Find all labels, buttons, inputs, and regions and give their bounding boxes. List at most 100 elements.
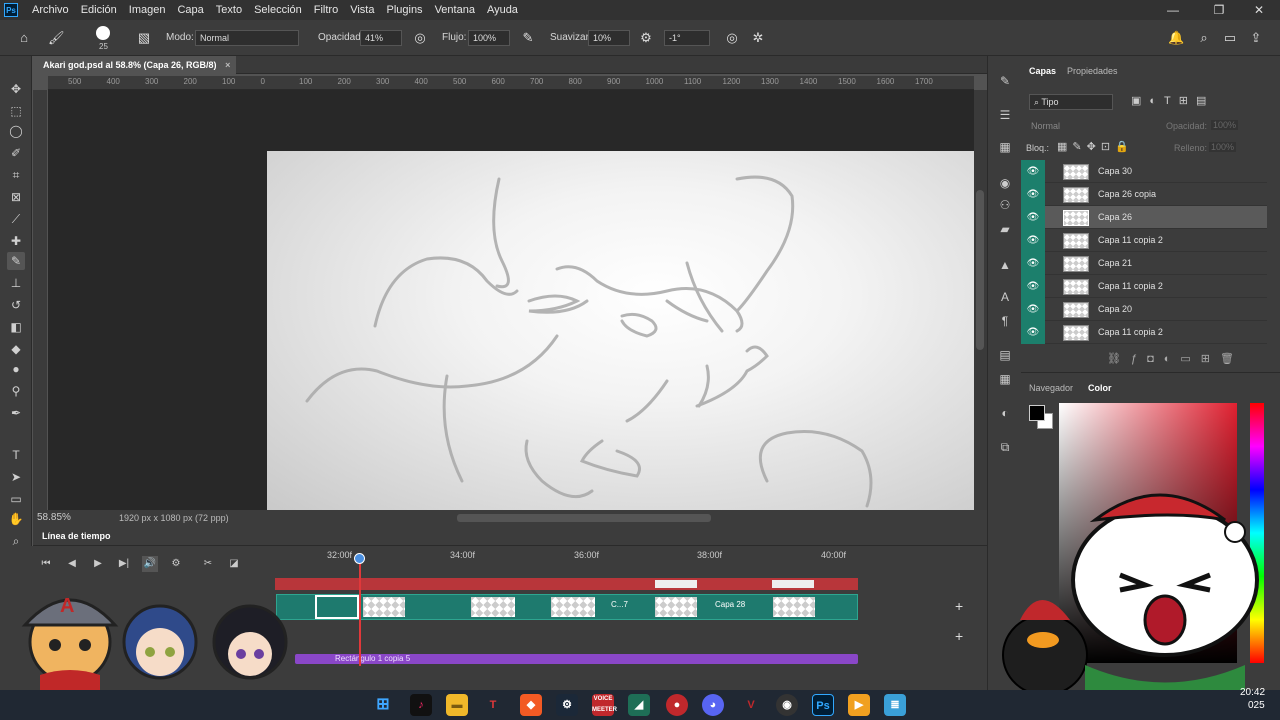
eyedropper-tool-icon[interactable]: ⟋: [7, 210, 25, 228]
tiktok-icon[interactable]: ♪: [410, 694, 432, 716]
angle-input[interactable]: -1°: [664, 30, 710, 46]
visibility-eye-icon[interactable]: 👁: [1021, 183, 1045, 206]
paint-bucket-icon[interactable]: ◆: [7, 340, 25, 358]
timeline-settings-icon[interactable]: ⚙: [168, 556, 184, 572]
layer-filter-select[interactable]: ⌕ Tipo: [1029, 94, 1113, 110]
hand-tool-icon[interactable]: ✋: [7, 510, 25, 528]
canvas-vertical-scrollbar[interactable]: [974, 90, 987, 510]
visibility-eye-icon[interactable]: 👁: [1021, 206, 1045, 229]
tab-properties[interactable]: Propiedades: [1067, 66, 1118, 76]
play-icon[interactable]: ▶: [90, 556, 106, 572]
layer-row[interactable]: 👁 Capa 30: [1021, 160, 1267, 183]
crop-tool-icon[interactable]: ⌗: [7, 166, 25, 184]
histogram-icon[interactable]: ▲: [996, 256, 1014, 274]
playhead-handle[interactable]: [354, 553, 365, 564]
gradient-icon[interactable]: ▤: [996, 346, 1014, 364]
move-tool-icon[interactable]: ✥: [7, 80, 25, 98]
marquee-tool-icon[interactable]: ⬚: [7, 102, 25, 120]
tab-color[interactable]: Color: [1088, 383, 1112, 393]
valorant-icon[interactable]: V: [740, 694, 762, 716]
menu-filtro[interactable]: Filtro: [308, 0, 344, 20]
visibility-eye-icon[interactable]: 👁: [1021, 298, 1045, 321]
playhead-line[interactable]: [359, 556, 361, 666]
split-scissors-icon[interactable]: ✂: [200, 556, 216, 572]
path-select-icon[interactable]: ➤: [7, 468, 25, 486]
flow-input[interactable]: 100%: [468, 30, 510, 46]
menu-ventana[interactable]: Ventana: [429, 0, 481, 20]
menu-ayuda[interactable]: Ayuda: [481, 0, 524, 20]
layer-row[interactable]: 👁 Capa 26 copia: [1021, 183, 1267, 206]
opacity-input[interactable]: 41%: [360, 30, 402, 46]
steam-icon[interactable]: ⚙: [556, 694, 578, 716]
horizontal-scroll-thumb[interactable]: [457, 514, 711, 522]
quick-select-tool-icon[interactable]: ✐: [7, 144, 25, 162]
menu-seleccion[interactable]: Selección: [248, 0, 308, 20]
tab-navigator[interactable]: Navegador: [1029, 383, 1073, 393]
smooth-input[interactable]: 10%: [588, 30, 630, 46]
brush-tool-icon[interactable]: 🖌: [48, 30, 65, 46]
video-clips-track[interactable]: C...7 Capa 28: [276, 594, 858, 620]
menu-edicion[interactable]: Edición: [75, 0, 123, 20]
next-frame-icon[interactable]: ▶|: [116, 556, 132, 572]
frame-tool-icon[interactable]: ⊠: [7, 188, 25, 206]
comments-icon[interactable]: ▰: [996, 220, 1014, 238]
menu-vista[interactable]: Vista: [344, 0, 380, 20]
layer-row[interactable]: 👁 Capa 11 copia 2: [1021, 275, 1267, 298]
styles-icon[interactable]: ◐: [996, 404, 1014, 422]
blend-mode[interactable]: Normal: [1031, 121, 1060, 131]
search-icon[interactable]: ⌕: [1196, 30, 1212, 46]
visibility-eye-icon[interactable]: 👁: [1021, 275, 1045, 298]
share-icon[interactable]: ⇪: [1248, 30, 1264, 46]
vertical-scroll-thumb[interactable]: [976, 190, 984, 350]
fill-value[interactable]: 100%: [1209, 142, 1237, 152]
transition-icon[interactable]: ◪: [226, 556, 242, 572]
recorder-icon[interactable]: ●: [666, 694, 688, 716]
audio-icon[interactable]: 🔊: [142, 556, 158, 572]
history-brush-icon[interactable]: ↺: [7, 296, 25, 314]
blur-tool-icon[interactable]: ●: [7, 360, 25, 378]
brave-browser-icon[interactable]: ◆: [520, 694, 542, 716]
document-tab[interactable]: Akari god.psd al 58.8% (Capa 26, RGB/8) …: [33, 56, 236, 74]
brush-tool-active-icon[interactable]: ✎: [7, 252, 25, 270]
visibility-eye-icon[interactable]: 👁: [1021, 160, 1045, 183]
paths-icon[interactable]: ⚇: [996, 196, 1014, 214]
pressure-opacity-icon[interactable]: ◎: [412, 30, 428, 46]
artboard[interactable]: [267, 151, 974, 510]
track-red[interactable]: [275, 578, 858, 590]
photoshop-taskbar-icon[interactable]: Ps: [812, 694, 834, 716]
timeline-ruler[interactable]: 32:00f 34:00f 36:00f 38:00f 40:00f: [275, 546, 950, 564]
pressure-size-icon[interactable]: ◎: [724, 30, 740, 46]
swatches-icon[interactable]: ▦: [996, 138, 1014, 156]
taskbar-date[interactable]: 025: [1248, 700, 1265, 711]
minimize-button[interactable]: —: [1150, 0, 1196, 20]
layer-row-selected[interactable]: 👁 Capa 26: [1021, 206, 1267, 229]
file-explorer-icon[interactable]: ▬: [446, 694, 468, 716]
first-frame-icon[interactable]: ⏮: [38, 556, 54, 572]
lock-icons[interactable]: ▦✎✥⊡🔒: [1057, 140, 1134, 153]
workspace-icon[interactable]: ▭: [1222, 30, 1238, 46]
add-audio-button[interactable]: +: [955, 628, 963, 644]
visibility-eye-icon[interactable]: 👁: [1021, 321, 1045, 344]
healing-brush-icon[interactable]: ✚: [7, 232, 25, 250]
zoom-level[interactable]: 58.85%: [37, 512, 71, 523]
canvas-area[interactable]: [48, 90, 974, 510]
paragraph-icon[interactable]: ¶: [996, 312, 1014, 330]
obs-icon[interactable]: ◉: [776, 694, 798, 716]
add-media-button[interactable]: +: [955, 598, 963, 614]
voicemeeter-icon[interactable]: VOICE MEETER: [592, 694, 617, 716]
selected-clip[interactable]: [315, 595, 359, 619]
brush-preset-icon[interactable]: [96, 26, 110, 40]
dodge-tool-icon[interactable]: ⚲: [7, 382, 25, 400]
typora-icon[interactable]: T: [482, 694, 504, 716]
menu-plugins[interactable]: Plugins: [380, 0, 428, 20]
layer-row[interactable]: 👁 Capa 11 copia 2: [1021, 321, 1267, 344]
layer-row[interactable]: 👁 Capa 21: [1021, 252, 1267, 275]
lasso-tool-icon[interactable]: ◯: [7, 122, 25, 140]
windows-start-icon[interactable]: ⊞: [372, 694, 394, 716]
adjustments-icon[interactable]: ☰: [996, 106, 1014, 124]
close-window-button[interactable]: ✕: [1236, 0, 1280, 20]
notepad-icon[interactable]: ≣: [884, 694, 906, 716]
type-tool-icon[interactable]: T: [7, 446, 25, 464]
pen-tool-icon[interactable]: ✒: [7, 404, 25, 422]
foreground-swatch[interactable]: [1029, 405, 1045, 421]
